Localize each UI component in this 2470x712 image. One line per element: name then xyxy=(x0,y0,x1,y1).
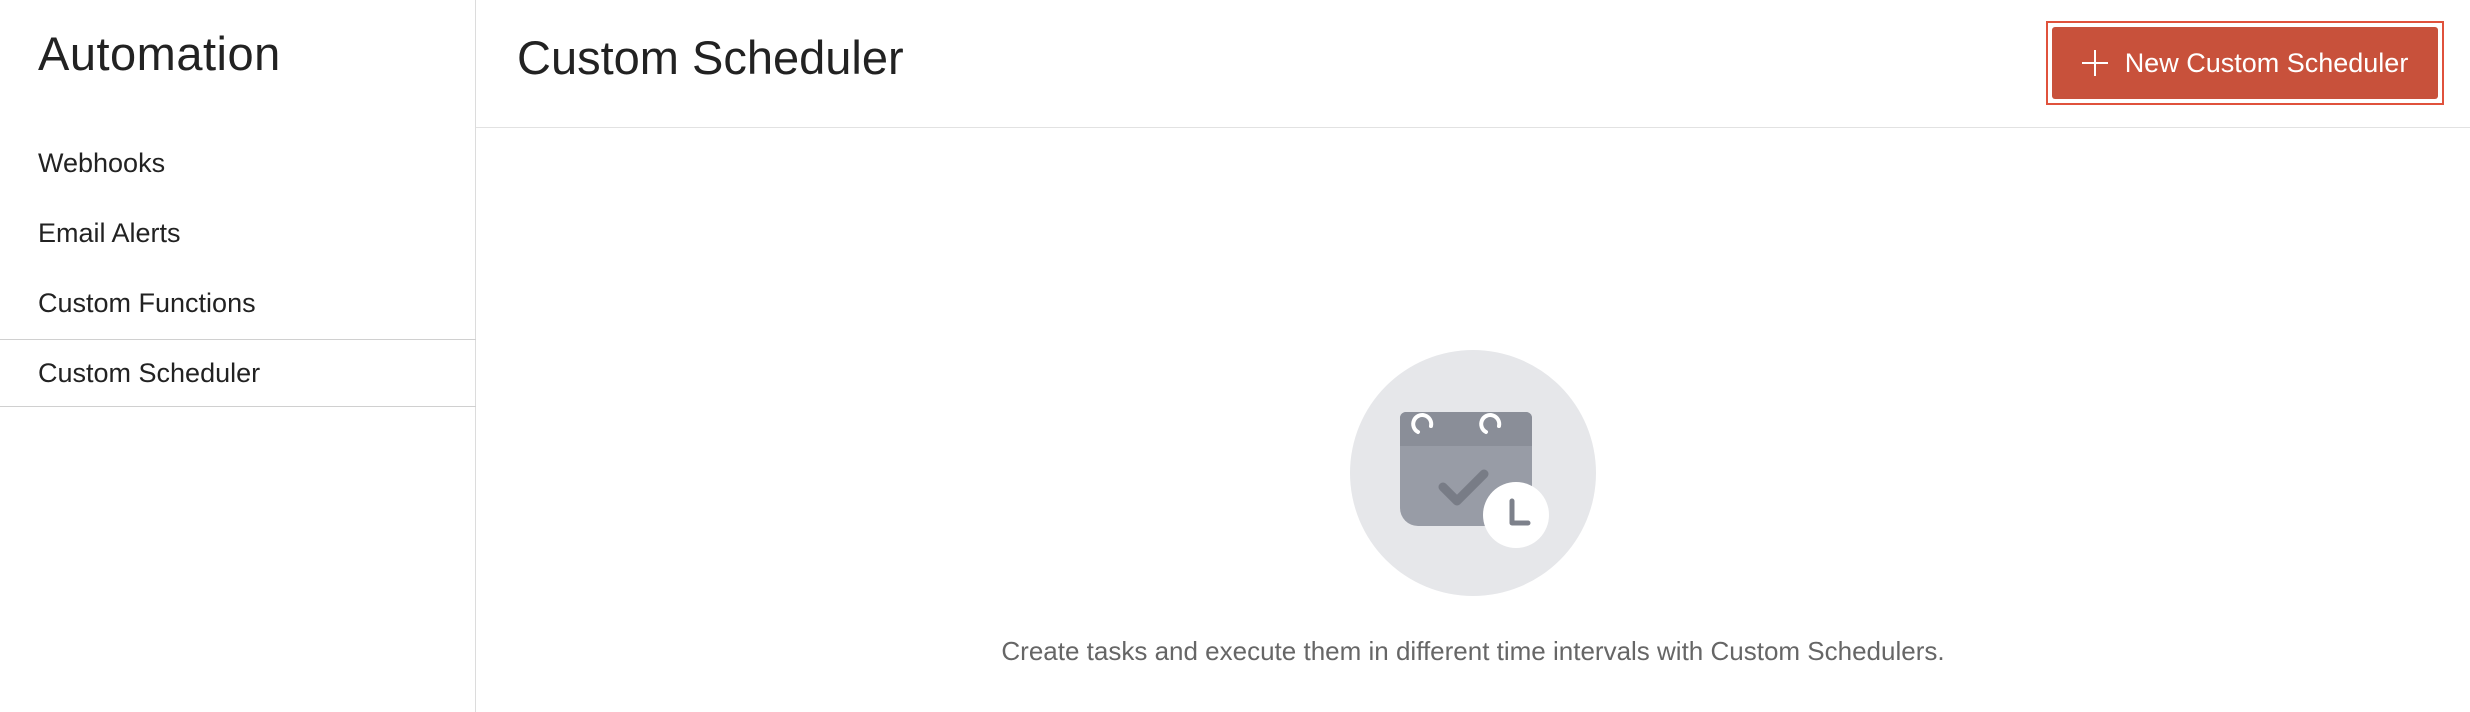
calendar-clock-icon xyxy=(1350,350,1596,596)
sidebar-item-email-alerts[interactable]: Email Alerts xyxy=(0,198,476,268)
empty-state: Create tasks and execute them in differe… xyxy=(476,350,2470,667)
sidebar-title: Automation xyxy=(38,27,281,80)
sidebar-item-webhooks[interactable]: Webhooks xyxy=(0,128,476,198)
sidebar: Automation Webhooks Email Alerts Custom … xyxy=(0,0,476,712)
app-window: Automation Webhooks Email Alerts Custom … xyxy=(0,0,2470,712)
page-header: Custom Scheduler New Custom Scheduler xyxy=(476,0,2470,128)
empty-state-message: Create tasks and execute them in differe… xyxy=(1001,636,1945,666)
new-button-focus-frame: New Custom Scheduler xyxy=(2046,21,2444,105)
new-custom-scheduler-button[interactable]: New Custom Scheduler xyxy=(2052,27,2438,99)
new-custom-scheduler-label: New Custom Scheduler xyxy=(2124,47,2409,78)
sidebar-item-custom-scheduler[interactable]: Custom Scheduler xyxy=(0,339,476,407)
main-content: Custom Scheduler New Custom Scheduler Cr… xyxy=(476,0,2470,712)
sidebar-nav: Webhooks Email Alerts Custom Functions C… xyxy=(0,128,476,407)
plus-icon xyxy=(2081,50,2108,76)
page-title: Custom Scheduler xyxy=(517,31,904,84)
sidebar-item-custom-functions[interactable]: Custom Functions xyxy=(0,268,476,338)
